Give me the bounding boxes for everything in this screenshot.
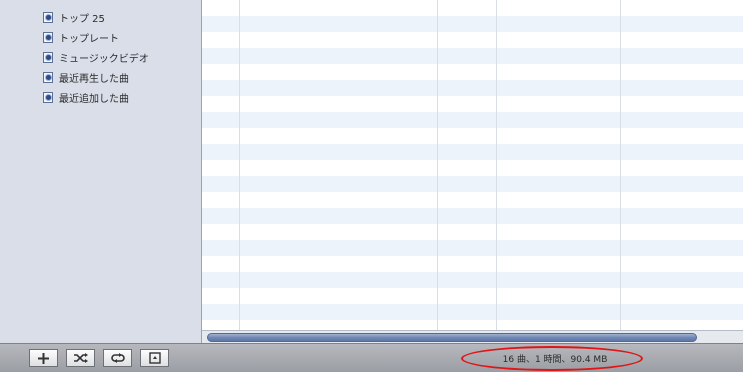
table-row[interactable] <box>202 304 743 320</box>
table-row[interactable] <box>202 176 743 192</box>
smart-playlist-icon <box>43 31 53 43</box>
highlight-ellipse <box>461 346 643 371</box>
sidebar-item-top25[interactable]: トップ 25 <box>43 9 105 25</box>
repeat-icon <box>110 353 125 363</box>
table-row[interactable] <box>202 96 743 112</box>
sidebar-item-music-videos[interactable]: ミュージックビデオ <box>43 49 149 65</box>
artwork-icon <box>148 352 161 364</box>
table-row[interactable] <box>202 192 743 208</box>
sidebar-item-label: 最近再生した曲 <box>59 73 129 85</box>
table-row[interactable] <box>202 112 743 128</box>
horizontal-scrollbar[interactable] <box>202 330 743 343</box>
plus-icon <box>38 352 49 364</box>
repeat-button[interactable] <box>103 349 132 367</box>
smart-playlist-icon <box>43 11 53 23</box>
column-divider <box>496 0 497 330</box>
shuffle-icon <box>73 353 88 363</box>
column-divider <box>239 0 240 330</box>
table-row[interactable] <box>202 288 743 304</box>
shuffle-button[interactable] <box>66 349 95 367</box>
sidebar-item-label: 最近追加した曲 <box>59 93 129 105</box>
table-row[interactable] <box>202 272 743 288</box>
sidebar-item-top-rated[interactable]: トップレート <box>43 29 119 45</box>
column-divider <box>437 0 438 330</box>
table-row[interactable] <box>202 256 743 272</box>
sidebar-item-label: ミュージックビデオ <box>59 53 149 65</box>
smart-playlist-icon <box>43 71 53 83</box>
sidebar-item-recently-added[interactable]: 最近追加した曲 <box>43 89 129 105</box>
track-list[interactable] <box>202 0 743 330</box>
table-row[interactable] <box>202 0 743 16</box>
table-row[interactable] <box>202 64 743 80</box>
sidebar: トップ 25 トップレート ミュージックビデオ 最近再生した曲 最近追加した曲 <box>0 0 202 343</box>
table-row[interactable] <box>202 128 743 144</box>
table-row[interactable] <box>202 208 743 224</box>
table-row[interactable] <box>202 240 743 256</box>
sidebar-item-label: トップレート <box>59 33 119 45</box>
sidebar-item-label: トップ 25 <box>59 13 105 25</box>
table-row[interactable] <box>202 32 743 48</box>
smart-playlist-icon <box>43 91 53 103</box>
bottom-toolbar: 16 曲、1 時間、90.4 MB <box>0 343 743 372</box>
smart-playlist-icon <box>43 51 53 63</box>
sidebar-item-recently-played[interactable]: 最近再生した曲 <box>43 69 129 85</box>
table-row[interactable] <box>202 224 743 240</box>
table-row[interactable] <box>202 16 743 32</box>
column-divider <box>620 0 621 330</box>
table-row[interactable] <box>202 160 743 176</box>
scrollbar-thumb[interactable] <box>207 333 697 342</box>
table-row[interactable] <box>202 144 743 160</box>
artwork-button[interactable] <box>140 349 169 367</box>
table-row[interactable] <box>202 320 743 330</box>
table-row[interactable] <box>202 48 743 64</box>
add-playlist-button[interactable] <box>29 349 58 367</box>
table-row[interactable] <box>202 80 743 96</box>
